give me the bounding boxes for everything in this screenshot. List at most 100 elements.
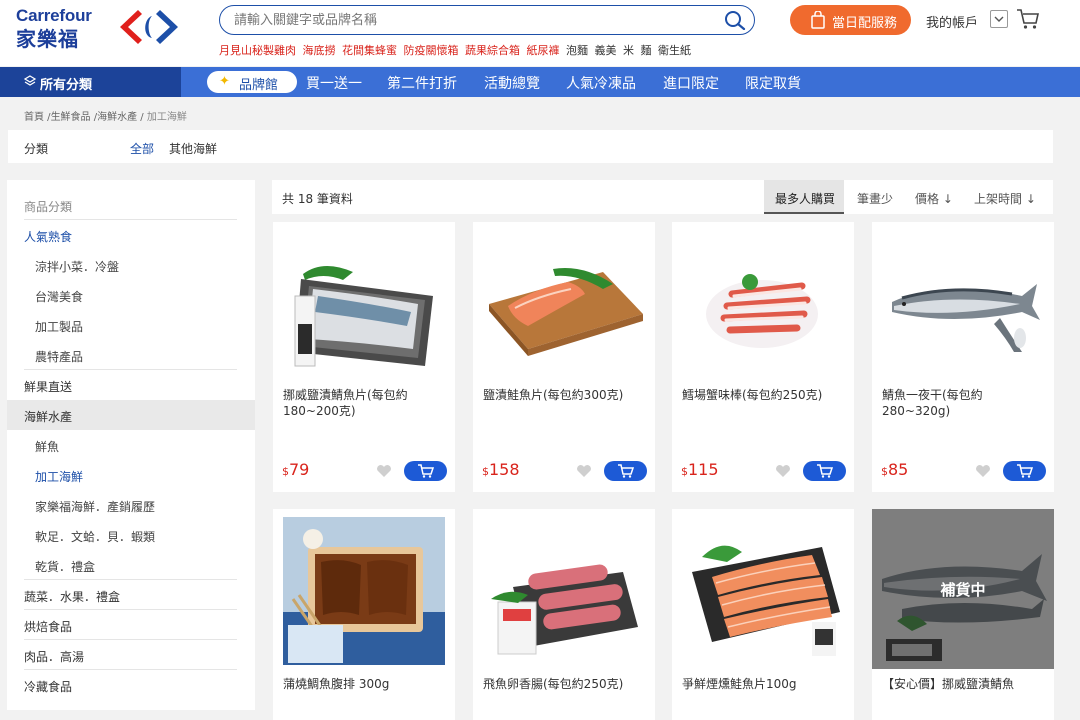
nav-link-events[interactable]: 活動總覽 [484,73,540,93]
hot-keyword[interactable]: 義美 [595,44,617,57]
sidebar-item-processed-seafood[interactable]: 加工海鮮 [35,468,255,485]
hot-keyword[interactable]: 花間集蜂蜜 [342,44,397,57]
sidebar-item-carrefour-seafood[interactable]: 家樂福海鮮．產銷履歷 [35,498,255,515]
nav-link-bogo[interactable]: 買一送一 [306,73,362,93]
product-image[interactable] [283,517,445,665]
product-card[interactable]: 補貨中 【安心價】挪威鹽漬鯖魚 [872,509,1054,720]
hot-keyword[interactable]: 海底撈 [303,44,336,57]
brand-hall-label: 品牌館 [239,78,279,93]
sort-price[interactable]: 價格 ↓ [915,190,953,207]
brand-hall-button[interactable]: ✦ 品牌館 [207,71,297,93]
sidebar-item-local-specialty[interactable]: 農特產品 [35,348,255,365]
divider [24,639,237,640]
product-name[interactable]: 爭鮮煙燻鮭魚片100g [682,676,844,692]
cart-icon [418,464,434,478]
divider [24,369,237,370]
divider [24,219,237,220]
product-name[interactable]: 飛魚卵香腸(每包約250克) [483,676,645,692]
add-to-cart-button[interactable] [604,461,647,481]
product-name[interactable]: 鯖魚一夜干(每包約280~320g) [882,387,1044,419]
account-link[interactable]: 我的帳戶 [926,12,978,31]
price-value: 158 [489,460,520,479]
product-card[interactable]: 爭鮮煙燻鮭魚片100g [672,509,854,720]
divider [24,579,237,580]
sort-date-listed[interactable]: 上架時間 ↓ [974,190,1036,207]
product-image[interactable] [283,234,445,374]
filter-option-other-seafood[interactable]: 其他海鮮 [169,140,217,157]
product-image[interactable] [483,517,645,665]
heart-icon[interactable] [376,464,392,478]
add-to-cart-button[interactable] [1003,461,1046,481]
product-image[interactable] [682,517,844,665]
sidebar-item-vegetables[interactable]: 蔬菜．水果．禮盒 [24,588,244,605]
product-image[interactable] [682,234,844,374]
nav-link-imported[interactable]: 進口限定 [663,73,719,93]
heart-icon[interactable] [775,464,791,478]
nav-link-frozen[interactable]: 人氣冷凍品 [566,73,636,93]
sidebar-item-meat[interactable]: 肉品．高湯 [24,648,244,665]
currency-symbol: $ [681,465,688,478]
breadcrumb-fresh-food[interactable]: 生鮮食品 [51,112,91,123]
hot-keyword[interactable]: 麵 [641,44,652,57]
sidebar-item-dried-goods[interactable]: 乾貨．禮盒 [35,558,255,575]
carrefour-logo[interactable]: Carrefour 家樂福 [16,6,186,51]
breadcrumb-seafood[interactable]: 海鮮水產 [97,112,137,123]
add-to-cart-button[interactable] [803,461,846,481]
account-dropdown[interactable] [990,10,1008,28]
product-name[interactable]: 鹽漬鮭魚片(每包約300克) [483,387,645,403]
sidebar-item-chilled[interactable]: 冷藏食品 [24,678,244,695]
product-image[interactable] [483,234,645,374]
category-sidebar: 商品分類 人氣熟食 涼拌小菜．冷盤 台灣美食 加工製品 農特產品 鮮果直送 海鮮… [7,180,255,710]
cart-icon[interactable] [1016,8,1040,30]
product-card[interactable]: 蒲燒鯛魚腹排 300g [273,509,455,720]
sidebar-item-processed[interactable]: 加工製品 [35,318,255,335]
hot-keyword[interactable]: 泡麵 [566,44,588,57]
nav-link-second-discount[interactable]: 第二件打折 [387,73,457,93]
product-card[interactable]: 飛魚卵香腸(每包約250克) [473,509,655,720]
sparkle-icon: ✦ [219,74,230,89]
sidebar-item-popular-deli[interactable]: 人氣熟食 [24,228,244,245]
breadcrumb-home[interactable]: 首頁 [24,112,44,123]
divider [24,609,237,610]
breadcrumb-current: 加工海鮮 [146,112,187,123]
hot-keyword[interactable]: 防疫關懷箱 [404,44,459,57]
shopping-bag-icon [811,11,825,29]
same-day-delivery-button[interactable]: 當日配服務 [790,5,911,35]
hot-keyword[interactable]: 紙尿褲 [527,44,560,57]
filter-option-all[interactable]: 全部 [130,140,154,157]
category-filter: 分類 全部 其他海鮮 [8,130,1053,163]
divider [24,669,237,670]
sidebar-item-seafood[interactable]: 海鮮水產 [24,408,244,425]
currency-symbol: $ [881,465,888,478]
hot-keyword[interactable]: 月見山秘製雞肉 [219,44,296,57]
product-name[interactable]: 蒲燒鯛魚腹排 300g [283,676,445,692]
product-name[interactable]: 鱈場蟹味棒(每包約250克) [682,387,844,403]
add-to-cart-button[interactable] [404,461,447,481]
product-card[interactable]: 挪威鹽漬鯖魚片(每包約180~200克) $79 [273,222,455,492]
product-name[interactable]: 挪威鹽漬鯖魚片(每包約180~200克) [283,387,445,419]
all-categories-button[interactable]: 所有分類 [0,67,181,97]
nav-link-pickup[interactable]: 限定取貨 [745,73,801,93]
hot-keyword[interactable]: 衛生紙 [658,44,691,57]
sidebar-item-fresh-fruit[interactable]: 鮮果直送 [24,378,244,395]
heart-icon[interactable] [576,464,592,478]
sort-stroke-count[interactable]: 筆畫少 [857,190,893,207]
product-card[interactable]: 鯖魚一夜干(每包約280~320g) $85 [872,222,1054,492]
product-card[interactable]: 鱈場蟹味棒(每包約250克) $115 [672,222,854,492]
chevron-down-icon [994,16,1004,22]
sidebar-item-taiwan-food[interactable]: 台灣美食 [35,288,255,305]
hot-keyword[interactable]: 蔬果綜合箱 [465,44,520,57]
heart-icon[interactable] [975,464,991,478]
sidebar-item-shellfish[interactable]: 軟足．文蛤．貝．蝦類 [35,528,255,545]
product-price: $79 [282,460,309,479]
sidebar-item-bakery[interactable]: 烘焙食品 [24,618,244,635]
hot-keyword[interactable]: 米 [623,44,634,57]
product-image[interactable] [882,234,1044,374]
sidebar-item-fresh-fish[interactable]: 鮮魚 [35,438,255,455]
product-card[interactable]: 鹽漬鮭魚片(每包約300克) $158 [473,222,655,492]
product-name[interactable]: 【安心價】挪威鹽漬鯖魚 [882,676,1044,692]
search-input[interactable] [234,10,714,30]
search-icon[interactable] [724,10,746,30]
sort-most-purchased[interactable]: 最多人購買 [775,190,835,207]
sidebar-item-cold-dishes[interactable]: 涼拌小菜．冷盤 [35,258,255,275]
